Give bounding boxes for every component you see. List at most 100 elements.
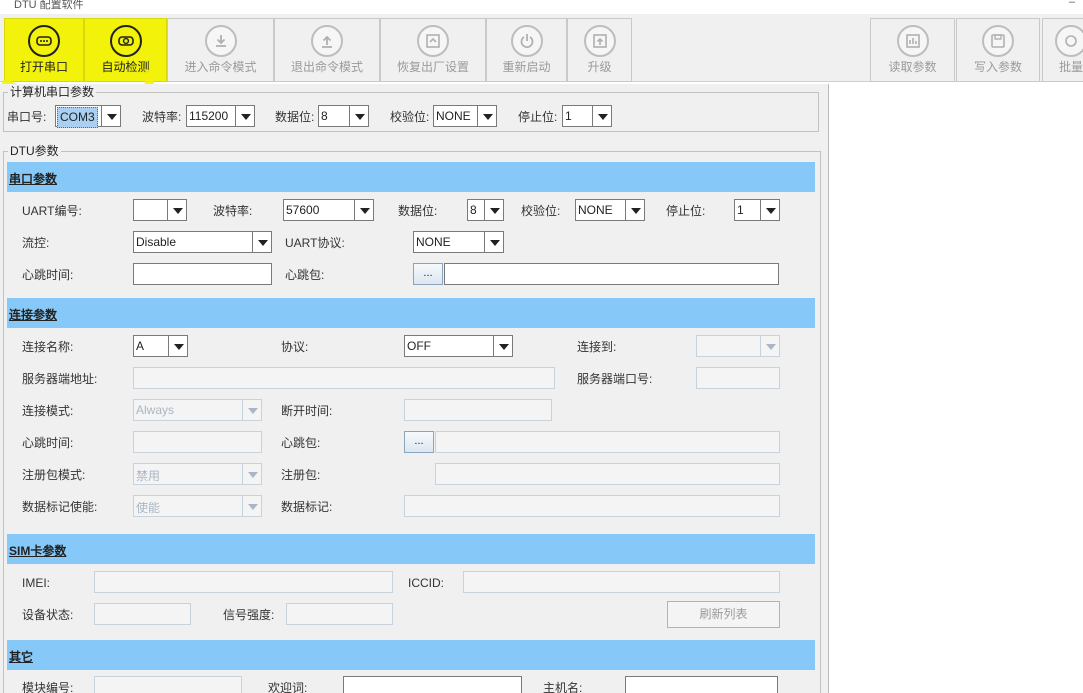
read-params-button[interactable]: 读取参数 [870,18,955,82]
pc-baud-select[interactable]: 115200 [186,105,255,127]
dtu-stop-label: 停止位: [666,204,706,218]
chevron-down-icon [484,200,503,220]
factory-reset-button[interactable]: 恢复出厂设置 [380,18,486,82]
port-select[interactable]: COM3 [55,105,121,128]
open-serial-button[interactable]: 打开串口 [4,18,84,82]
window-title: DTU 配置软件 [14,0,84,11]
serial-hb-time-input[interactable] [133,263,272,285]
imei-input[interactable] [94,571,393,593]
refresh-list-button[interactable]: 刷新列表 [667,601,780,628]
sim-params-header: SIM卡参数 [7,534,815,564]
flow-select[interactable]: Disable [133,231,272,253]
upgrade-label: 升级 [587,60,612,74]
conn-mode-label: 连接模式: [22,404,74,418]
imei-label: IMEI: [22,576,51,590]
uart-proto-label: UART协议: [285,236,345,250]
right-pane [828,84,1083,693]
chevron-down-icon [354,200,373,220]
disc-time-label: 断开时间: [281,404,333,418]
auto-detect-icon [109,25,142,57]
minimize-button[interactable]: – [1069,0,1075,8]
conn-proto-label: 协议: [281,340,309,354]
restart-button[interactable]: 重新启动 [486,18,567,82]
conn-mode-select[interactable]: Always [133,399,262,421]
conn-name-select[interactable]: A [133,335,188,357]
power-icon [510,25,543,57]
batch-button[interactable]: 批量 [1042,18,1083,82]
iccid-input[interactable] [463,571,780,593]
device-state-label: 设备状态: [22,608,74,622]
server-addr-label: 服务器端地址: [22,372,98,386]
dtu-stop-select[interactable]: 1 [734,199,780,221]
chevron-down-icon [167,200,186,220]
restart-label: 重新启动 [502,60,551,74]
dtu-parity-select[interactable]: NONE [575,199,645,221]
signal-input[interactable] [286,603,393,625]
batch-label: 批量 [1059,60,1083,74]
mark-enable-label: 数据标记使能: [22,500,98,514]
hostname-input[interactable] [625,676,778,693]
upgrade-button[interactable]: 升级 [567,18,632,82]
uart-select[interactable] [133,199,187,221]
reg-pkg-label: 注册包: [281,468,321,482]
read-params-label: 读取参数 [888,60,937,74]
reg-pkg-input[interactable] [435,463,780,485]
server-addr-input[interactable] [133,367,555,389]
conn-proto-select[interactable]: OFF [404,335,513,357]
upgrade-icon [583,25,616,57]
batch-icon [1055,25,1083,57]
enter-cmd-label: 进入命令模式 [184,60,257,74]
pc-parity-select[interactable]: NONE [433,105,497,127]
chevron-down-icon [242,464,261,484]
server-port-input[interactable] [696,367,780,389]
conn-to-select[interactable] [696,335,780,357]
welcome-input[interactable] [343,676,522,693]
serial-hb-pkg-input[interactable] [444,263,779,285]
save-icon [982,25,1014,57]
write-params-button[interactable]: 写入参数 [956,18,1040,82]
chevron-down-icon [760,336,779,356]
mark-enable-select[interactable]: 使能 [133,495,262,517]
dtu-baud-select[interactable]: 57600 [283,199,374,221]
pc-stop-select[interactable]: 1 [562,105,612,127]
flow-label: 流控: [22,236,50,250]
serial-hb-pkg-browse-button[interactable]: ... [413,263,443,285]
signal-label: 信号强度: [223,608,275,622]
chevron-down-icon [493,336,512,356]
conn-hb-time-input[interactable] [133,431,262,453]
enter-cmd-mode-button[interactable]: 进入命令模式 [167,18,274,82]
module-id-input[interactable] [94,676,242,693]
exit-cmd-icon [311,25,343,57]
pc-data-label: 数据位: [275,110,315,124]
open-serial-label: 打开串口 [19,60,68,74]
chevron-down-icon [168,336,187,356]
mark-input[interactable] [404,495,780,517]
chevron-down-icon [252,232,271,252]
disc-time-input[interactable] [404,399,552,421]
serial-hb-pkg-label: 心跳包: [285,268,325,282]
auto-detect-button[interactable]: 自动检测 [84,18,167,82]
chevron-down-icon [760,200,779,220]
chevron-down-icon [592,106,611,126]
chevron-down-icon [349,106,368,126]
pc-data-select[interactable]: 8 [318,105,369,127]
chevron-down-icon [242,496,261,516]
chevron-down-icon [242,400,261,420]
chevron-down-icon [101,106,120,126]
conn-hb-pkg-input[interactable] [435,431,780,453]
conn-hb-pkg-browse-button[interactable]: ... [404,431,434,453]
module-id-label: 模块编号: [22,681,74,693]
serial-port-icon [28,25,60,57]
reg-mode-select[interactable]: 禁用 [133,463,262,485]
dtu-data-select[interactable]: 8 [467,199,504,221]
pc-stop-label: 停止位: [518,110,558,124]
dtu-title: DTU参数 [8,144,61,158]
mark-label: 数据标记: [281,500,333,514]
hostname-label: 主机名: [543,681,583,693]
enter-cmd-icon [204,25,237,57]
uart-proto-select[interactable]: NONE [413,231,504,253]
device-state-input[interactable] [94,603,191,625]
exit-cmd-mode-button[interactable]: 退出命令模式 [274,18,380,82]
conn-params-header: 连接参数 [7,298,815,328]
conn-hb-pkg-label: 心跳包: [281,436,321,450]
